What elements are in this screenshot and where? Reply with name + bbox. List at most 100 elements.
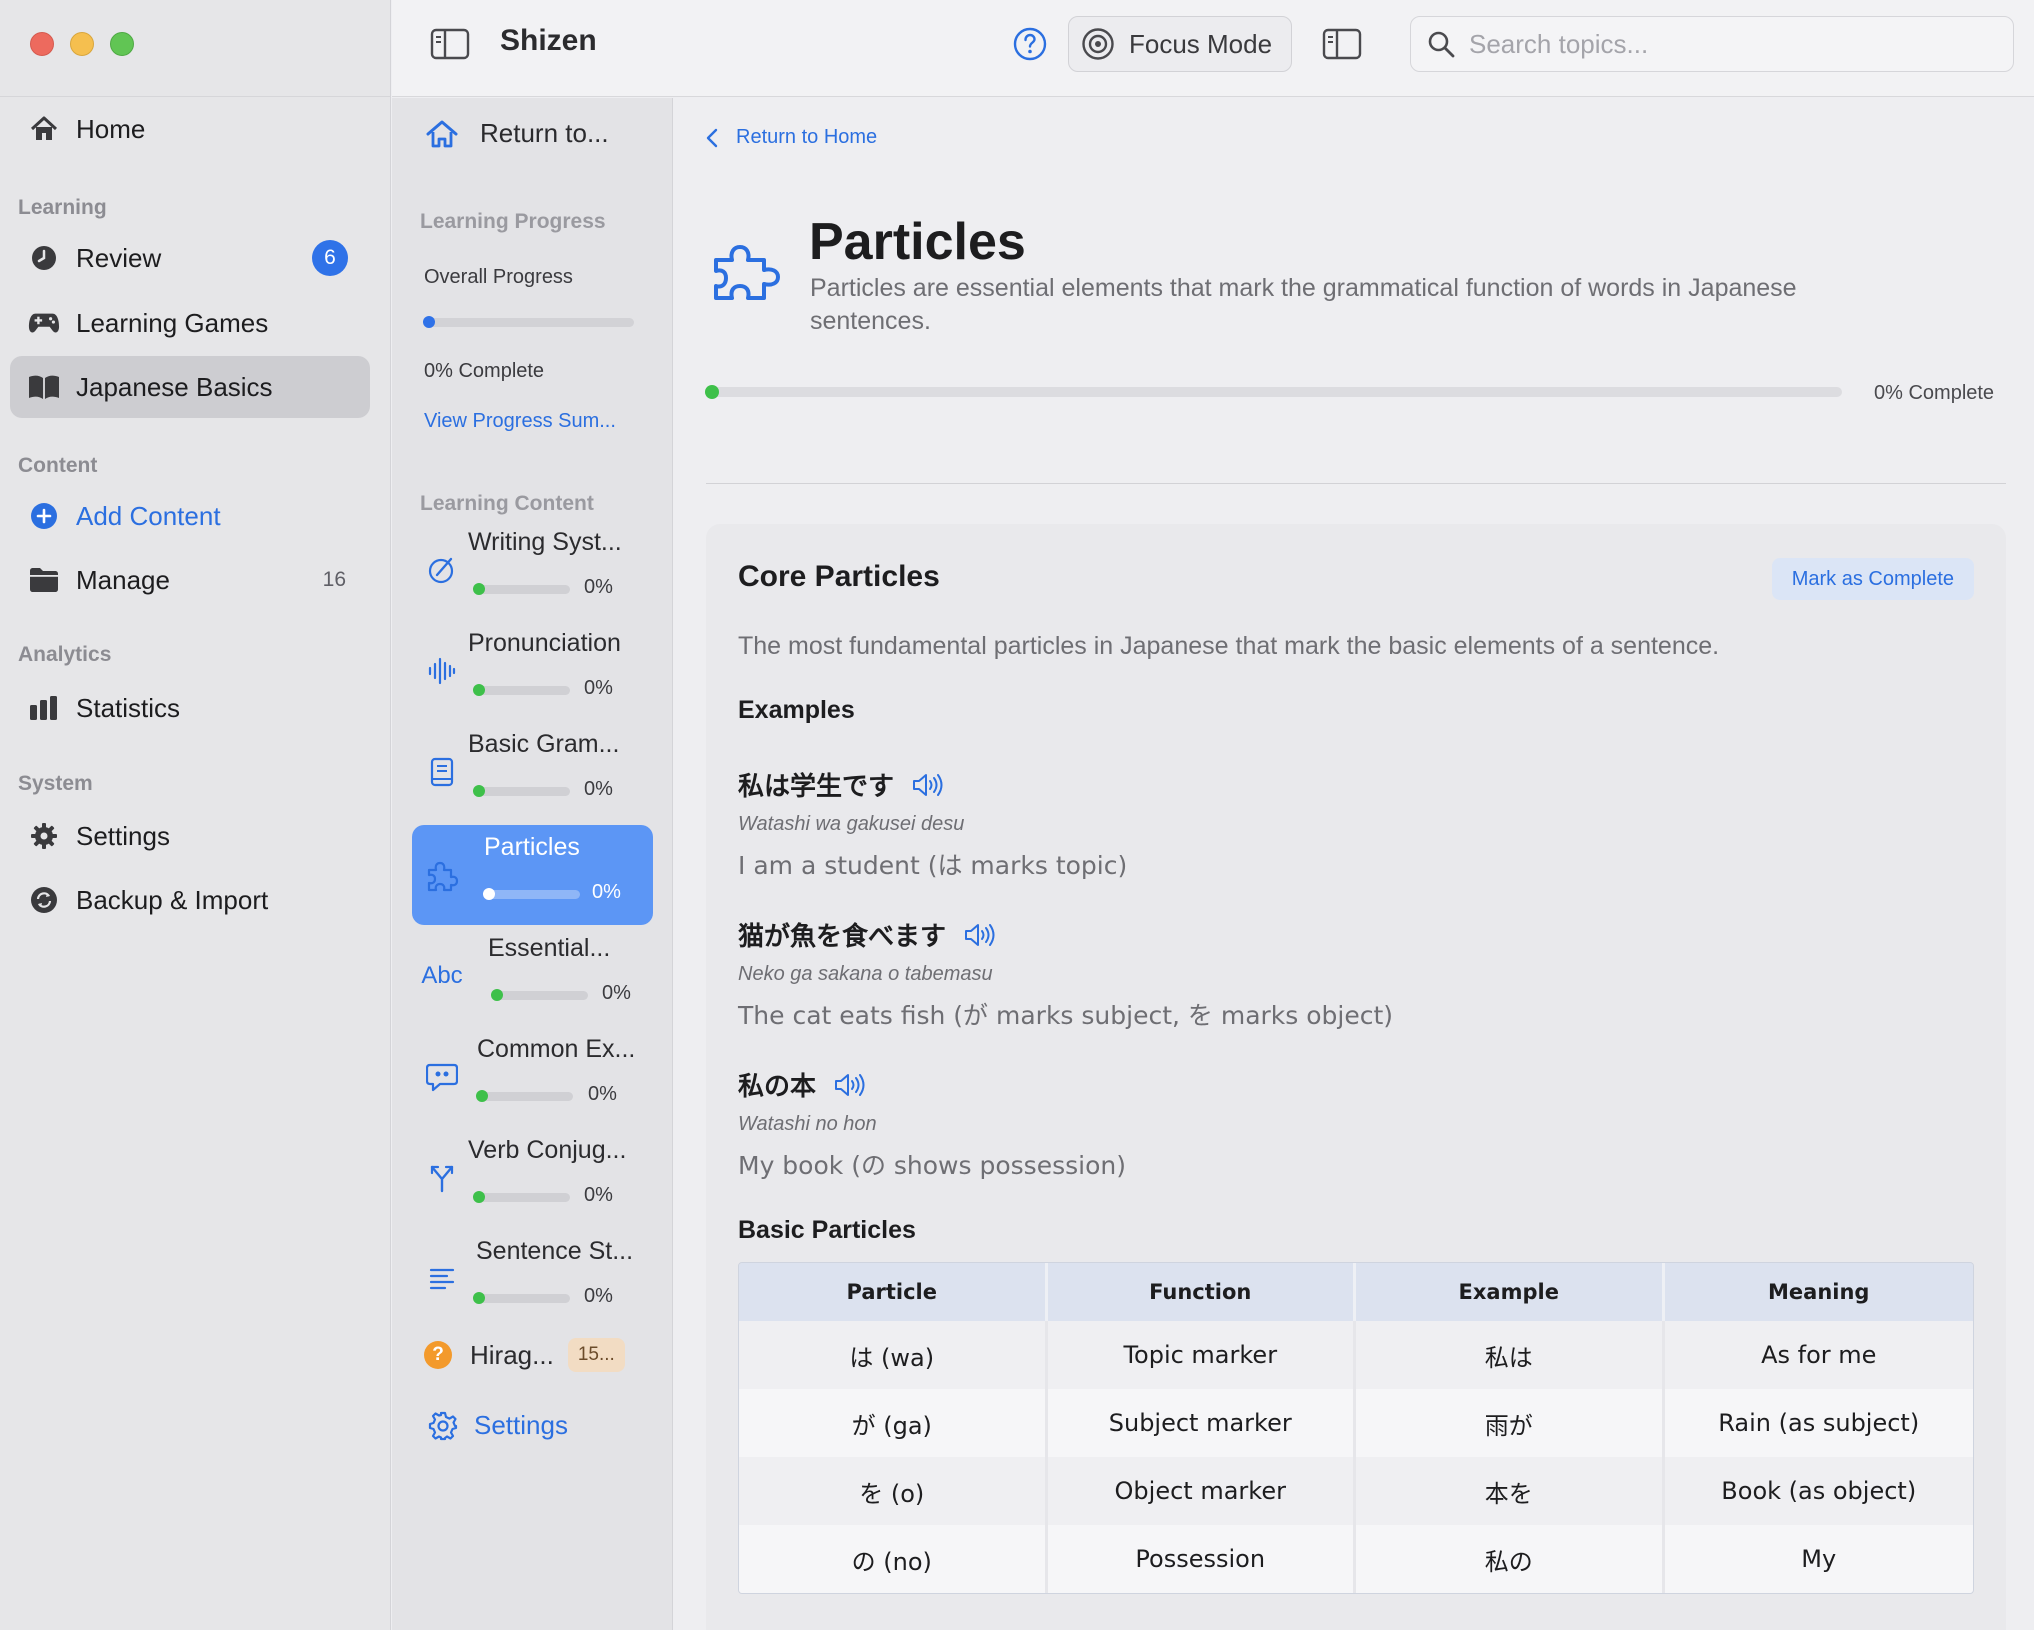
topic-progress-fill (473, 785, 485, 797)
gamecontroller-icon (28, 307, 60, 339)
table-cell: My (1664, 1525, 1973, 1593)
example-romaji: Watashi no hon (738, 1113, 877, 1135)
table-row: の (no) Possession 私の My (739, 1525, 1973, 1593)
table-cell: の (no) (739, 1525, 1048, 1593)
sidebar-item-backup-import[interactable]: Backup & Import (10, 869, 370, 931)
example-meaning: The cat eats fish (が marks subject, を ma… (738, 1001, 1394, 1030)
topic-particles[interactable]: Particles 0% (412, 825, 653, 925)
divider (706, 483, 2006, 484)
sidebar-item-japanese-basics[interactable]: Japanese Basics (10, 356, 370, 418)
topic-writing-system[interactable]: Writing Syst... 0% (412, 520, 653, 620)
sidebar-item-statistics[interactable]: Statistics (10, 677, 370, 739)
topic-progress-fill (476, 1090, 488, 1102)
table-header-row: Particle Function Example Meaning (739, 1263, 1973, 1321)
topic-percent: 0% (584, 576, 613, 598)
topic-verb-conjugation[interactable]: Verb Conjug... 0% (412, 1128, 653, 1228)
topic-percent: 0% (584, 1184, 613, 1206)
speaker-icon[interactable] (964, 923, 996, 947)
breadcrumb-label: Return to Home (736, 126, 878, 148)
topic-progress-fill (473, 583, 485, 595)
example-japanese: 私の本 (738, 1072, 817, 1102)
house-icon (28, 113, 60, 145)
column-header: Particle (739, 1263, 1048, 1321)
topic-progress-bar (491, 989, 588, 1001)
overall-percent-text: 0% Complete (424, 360, 545, 382)
topic-progress-bar (473, 785, 570, 797)
speaker-icon[interactable] (912, 773, 944, 797)
focus-mode-label: Focus Mode (1129, 28, 1273, 59)
content-settings-button[interactable]: Settings (428, 1410, 568, 1441)
table-row: を (o) Object marker 本を Book (as object) (739, 1457, 1973, 1525)
puzzle-icon (424, 857, 460, 893)
topic-essential-vocabulary[interactable]: Abc Essential... 0% (412, 926, 653, 1026)
page-title: Particles (809, 213, 1026, 271)
example-meaning: My book (の shows possession) (738, 1151, 1126, 1180)
inspector-toggle-icon[interactable] (1322, 28, 1362, 60)
section-label-content: Content (18, 454, 98, 477)
section-label-learning: Learning (18, 196, 107, 219)
zoom-window-button[interactable] (110, 32, 134, 56)
topic-progress-bar (473, 684, 570, 696)
gear-icon (28, 820, 60, 852)
topic-common-expressions[interactable]: Common Ex... 0% (412, 1027, 653, 1127)
table-cell: As for me (1664, 1321, 1973, 1389)
example-romaji: Neko ga sakana o tabemasu (738, 963, 993, 985)
topic-progress-bar (476, 1090, 573, 1102)
return-to-home-button[interactable]: Return to... (426, 118, 609, 149)
topic-name: Essential... (488, 934, 611, 962)
topic-pronunciation[interactable]: Pronunciation 0% (412, 621, 653, 721)
search-field[interactable] (1410, 16, 2014, 72)
help-icon[interactable] (1013, 27, 1047, 61)
sidebar-item-label: Learning Games (76, 307, 269, 338)
sidebar-item-home[interactable]: Home (10, 98, 370, 160)
topic-basic-grammar[interactable]: Basic Gram... 0% (412, 722, 653, 822)
close-window-button[interactable] (30, 32, 54, 56)
topic-progress-bar (483, 888, 580, 900)
text-align-icon (424, 1261, 460, 1297)
minimize-window-button[interactable] (70, 32, 94, 56)
topic-name: Verb Conjug... (468, 1136, 627, 1164)
topic-hiragana[interactable]: ? Hirag... 15... (424, 1338, 625, 1372)
chart-bar-icon (28, 692, 60, 724)
table-cell: Object marker (1047, 1457, 1356, 1525)
focus-mode-button[interactable]: Focus Mode (1068, 16, 1292, 72)
table-cell: Subject marker (1047, 1389, 1356, 1457)
overall-progress-fill (423, 316, 435, 328)
table-cell: 本を (1356, 1457, 1665, 1525)
topic-progress-bar (473, 1191, 570, 1203)
overall-progress-label: Overall Progress (424, 266, 573, 288)
table-row: は (wa) Topic marker 私は As for me (739, 1321, 1973, 1389)
manage-count: 16 (322, 568, 346, 591)
topic-name: Basic Gram... (468, 730, 620, 758)
clock-icon (28, 242, 60, 274)
sidebar-item-settings[interactable]: Settings (10, 805, 370, 867)
sidebar-item-learning-games[interactable]: Learning Games (10, 292, 370, 354)
sidebar-item-manage[interactable]: Manage 16 (10, 549, 370, 611)
sidebar-item-review[interactable]: Review 6 (10, 227, 370, 289)
topic-progress-fill (473, 1292, 485, 1304)
topic-name: Common Ex... (477, 1035, 636, 1063)
sync-icon (28, 884, 60, 916)
column-header: Function (1047, 1263, 1356, 1321)
table-cell: 雨が (1356, 1389, 1665, 1457)
topic-progress-bar (705, 385, 1842, 399)
table-cell: 私の (1356, 1525, 1665, 1593)
view-progress-summary-link[interactable]: View Progress Sum... (424, 410, 616, 433)
topic-sentence-structure[interactable]: Sentence St... 0% (412, 1229, 653, 1329)
column-header: Example (1356, 1263, 1665, 1321)
table-cell: が (ga) (739, 1389, 1048, 1457)
folder-icon (28, 564, 60, 596)
sidebar-toggle-icon[interactable] (430, 28, 470, 60)
table-row: が (ga) Subject marker 雨が Rain (as subjec… (739, 1389, 1973, 1457)
chevron-left-icon (706, 128, 718, 147)
return-to-home-link[interactable]: Return to Home (706, 126, 877, 149)
sidebar-item-add-content[interactable]: Add Content (10, 485, 370, 547)
search-input[interactable] (1469, 28, 1989, 60)
branch-icon (424, 1160, 460, 1196)
speaker-icon[interactable] (834, 1073, 866, 1097)
lesson-title: Core Particles (738, 560, 940, 593)
topic-progress-bar (473, 583, 570, 595)
mark-as-complete-button[interactable]: Mark as Complete (1771, 558, 1974, 600)
question-mark-icon: ? (424, 1341, 452, 1369)
table-cell: Rain (as subject) (1664, 1389, 1973, 1457)
